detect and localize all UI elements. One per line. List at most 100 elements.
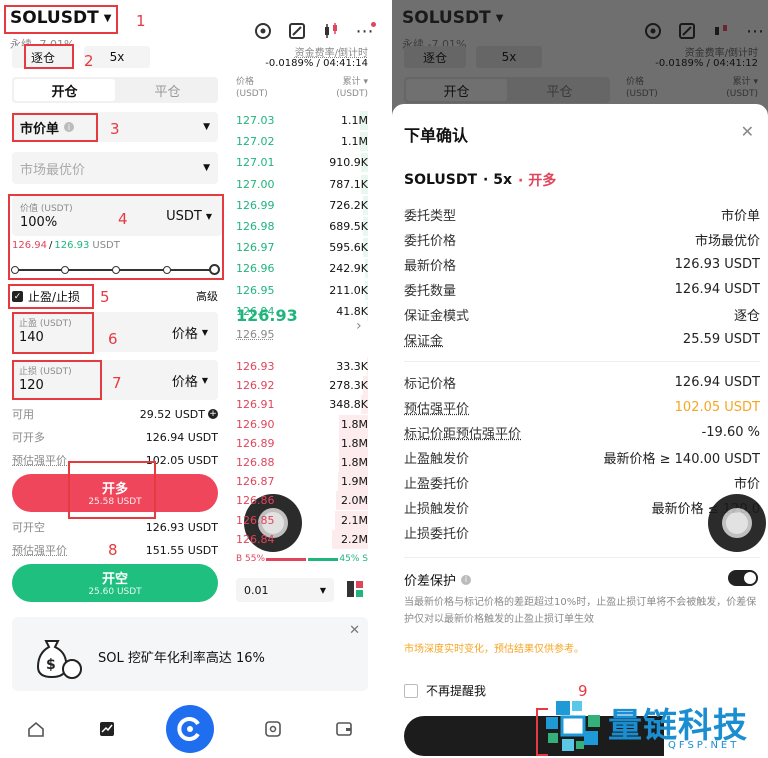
bid-price: 126.89 <box>236 436 275 450</box>
bid-row[interactable]: 126.91 348.8K <box>236 394 368 415</box>
bid-row[interactable]: 126.90 1.8M <box>236 414 368 435</box>
svg-text:$: $ <box>46 657 56 673</box>
tp-type: 价格 <box>171 327 198 342</box>
bid-total: 2.2M <box>341 532 368 546</box>
close-icon[interactable]: ✕ <box>349 623 360 638</box>
more-icon[interactable]: ⋯ <box>354 20 376 42</box>
ask-row[interactable]: 126.95 211.0K <box>236 280 368 301</box>
no-remind-checkbox[interactable]: 不再提醒我 <box>404 682 486 699</box>
confirm-row-label: 标记价格 <box>404 377 457 392</box>
ask-price: 127.01 <box>236 156 275 170</box>
tp-type-select[interactable]: 价格 ▼ <box>172 323 208 342</box>
bid-price: 126.91 <box>236 398 275 412</box>
ask-row[interactable]: 126.97 595.6K <box>236 237 368 258</box>
ask-row[interactable]: 127.00 787.1K <box>236 174 368 195</box>
orderbook-layout-icon[interactable] <box>346 580 364 598</box>
ask-row[interactable]: 127.03 1.1M <box>236 110 368 131</box>
ask-total: 910.9K <box>329 156 368 170</box>
ask-row[interactable]: 127.01 910.9K <box>236 152 368 173</box>
calculator-icon[interactable] <box>286 20 308 42</box>
confirm-row: 委托数量 126.94 USDT <box>404 277 760 302</box>
watermark-logo-icon <box>544 697 604 753</box>
bot-icon[interactable] <box>252 20 274 42</box>
chevron-right-icon[interactable]: › <box>356 318 362 334</box>
advanced-link[interactable]: 高级 <box>196 288 218 304</box>
depth-note: 市场深度实时变化，预估结果仅供参考。 <box>404 644 584 655</box>
ob-total-header-dim-2: (USDT) <box>726 89 758 99</box>
annotation-box-1 <box>4 5 118 34</box>
candlestick-chart-icon[interactable] <box>320 20 342 42</box>
ask-price: 127.03 <box>236 114 275 127</box>
annotation-box-6 <box>12 312 94 354</box>
ask-row[interactable]: 126.96 242.9K <box>236 258 368 279</box>
precision-select[interactable]: 0.01 ▼ <box>236 578 334 602</box>
trading-panel: SOLUSDT ▼ 永续 -7.01% ⋯ 资金费率/倒计时 -0.0189% … <box>0 0 380 758</box>
watermark-en: QFSP.NET <box>668 740 740 751</box>
bid-total: 2.0M <box>341 494 368 508</box>
confirm-row-value: 25.59 USDT <box>682 332 760 347</box>
app-logo-button[interactable] <box>165 705 214 753</box>
promo-banner[interactable]: $ SOL 挖矿年化利率高达 16% ✕ <box>12 617 368 691</box>
transfer-plus-icon[interactable]: + <box>208 409 218 419</box>
leverage-button[interactable]: 5x <box>84 46 150 68</box>
ask-row[interactable]: 126.98 689.5K <box>236 216 368 237</box>
bid-row[interactable]: 126.93 33.3K <box>236 356 368 377</box>
ob-total-header[interactable]: 累计 ▾ (USDT) <box>336 76 368 100</box>
home-icon[interactable] <box>24 717 48 741</box>
confirm-row-label: 委托类型 <box>404 209 457 224</box>
bid-price: 126.92 <box>236 379 275 393</box>
ask-row[interactable]: 127.02 1.1M <box>236 131 368 152</box>
header-toolbar-dim: ⋯ <box>642 20 766 42</box>
ask-total: 726.2K <box>329 198 368 212</box>
price-protect-toggle[interactable] <box>728 570 758 586</box>
money-bag-icon: $ <box>32 631 88 681</box>
precision-value: 0.01 <box>244 583 269 597</box>
ask-total: 1.1M <box>341 114 368 127</box>
annotation-num-4: 4 <box>118 210 128 228</box>
ob-total-header-dim: 累计 ▾ (USDT) <box>726 77 758 99</box>
more-icon: ⋯ <box>746 20 764 42</box>
price-input[interactable]: 市场最优价 ▼ <box>12 152 218 184</box>
bid-price: 126.88 <box>236 456 275 469</box>
chevron-down-icon: ▼ <box>495 12 504 24</box>
sl-type-select[interactable]: 价格 ▼ <box>172 371 208 390</box>
wallet-icon[interactable] <box>332 717 356 741</box>
tab-close[interactable]: 平仓 <box>117 77 218 103</box>
chart-icon[interactable] <box>95 717 119 741</box>
buy-ratio: B 55% <box>236 554 266 564</box>
floating-assistive-button[interactable] <box>708 494 766 552</box>
logo-icon <box>177 717 200 741</box>
ask-total: 242.9K <box>329 262 368 276</box>
modal-side: · 开多 <box>518 173 557 189</box>
ask-total: 595.6K <box>329 241 368 255</box>
open-short-button[interactable]: 开空 25.60 USDT <box>12 564 218 602</box>
caret-down-icon: ▼ <box>203 122 210 132</box>
funding-label-dim: 资金费率/倒计时 <box>684 48 758 59</box>
leverage-dim: 5x <box>476 46 542 68</box>
bid-row[interactable]: 126.92 278.3K <box>236 375 368 396</box>
bid-row[interactable]: 126.88 1.8M <box>236 452 368 473</box>
funding-value: -0.0189% / 04:41:14 <box>265 58 368 69</box>
info-icon: i <box>461 574 472 585</box>
bid-row[interactable]: 126.89 1.8M <box>236 433 368 454</box>
confirm-row: 止损委托价 <box>404 520 760 545</box>
caret-down-icon: ▼ <box>319 585 326 595</box>
confirm-row-value: 126.94 USDT <box>674 375 760 390</box>
available-row: 可用 29.52 USDT + <box>12 406 218 422</box>
earn-icon[interactable] <box>261 717 285 741</box>
short-button-sub: 25.60 USDT <box>88 587 142 597</box>
annotation-num-8: 8 <box>108 541 118 559</box>
sell-ratio-bar <box>308 558 338 561</box>
confirm-row-value: 市价 <box>733 477 760 492</box>
margin-mode-dim: 逐仓 <box>404 46 466 68</box>
tab-open[interactable]: 开仓 <box>14 79 115 101</box>
bot-icon <box>642 20 664 42</box>
modal-symbol: SOLUSDT <box>404 172 478 188</box>
no-remind-label: 不再提醒我 <box>426 684 487 698</box>
ask-row[interactable]: 126.99 726.2K <box>236 195 368 216</box>
ask-total: 787.1K <box>329 177 368 191</box>
bid-row[interactable]: 126.87 1.9M <box>236 471 368 492</box>
confirm-row-value: 102.05 USDT <box>674 400 760 415</box>
close-icon[interactable]: ✕ <box>741 122 754 141</box>
ob-price-header-1: 价格 <box>236 77 255 87</box>
